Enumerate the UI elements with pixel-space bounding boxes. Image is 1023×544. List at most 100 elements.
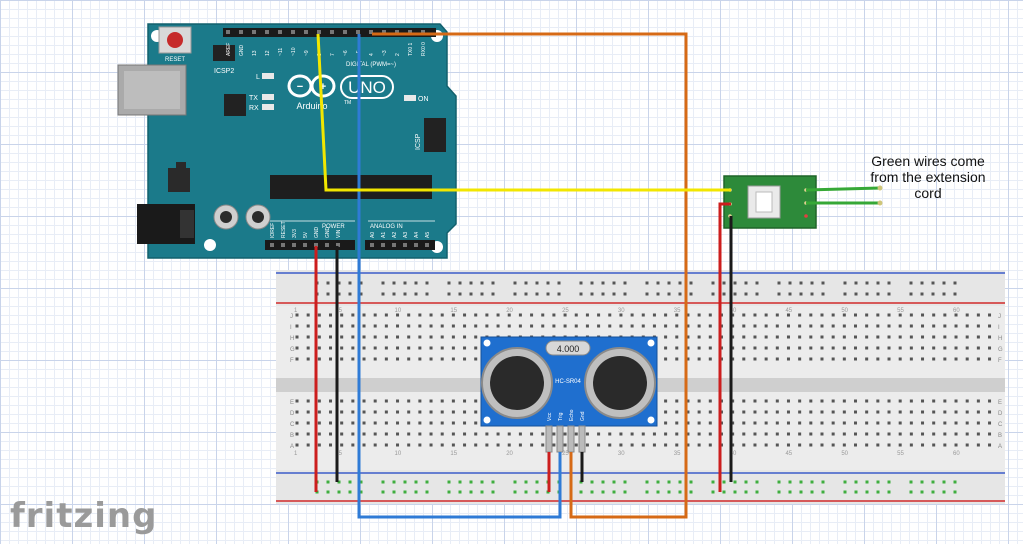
bb-hole: [429, 432, 433, 436]
bb-hole: [474, 313, 478, 317]
bb-col-label: 10: [395, 451, 402, 457]
bb-hole: [295, 410, 299, 414]
bb-hole: [809, 443, 813, 447]
bb-hole: [474, 410, 478, 414]
rail-hole: [733, 281, 737, 285]
bb-hole: [809, 324, 813, 328]
rail-hole: [953, 292, 957, 296]
bb-hole: [764, 421, 768, 425]
rail-hole: [667, 292, 671, 296]
rail-hole: [414, 292, 418, 296]
bb-hole: [753, 410, 757, 414]
digital-pin-label: GND: [239, 45, 245, 57]
bb-hole: [909, 432, 913, 436]
bb-hole: [585, 443, 589, 447]
rail-hole: [469, 490, 473, 494]
bb-hole: [485, 324, 489, 328]
icsp2-label: ICSP2: [214, 68, 234, 75]
bb-hole: [429, 324, 433, 328]
digital-pin: [356, 30, 360, 34]
bb-hole: [798, 346, 802, 350]
bb-hole: [507, 443, 511, 447]
bb-hole: [742, 399, 746, 403]
rail-hole: [810, 490, 814, 494]
bb-hole: [887, 335, 891, 339]
bb-hole: [429, 399, 433, 403]
bb-hole: [340, 357, 344, 361]
bb-hole: [921, 410, 925, 414]
bb-hole: [909, 346, 913, 350]
bb-hole: [943, 421, 947, 425]
bb-hole: [764, 335, 768, 339]
bb-hole: [440, 421, 444, 425]
sensor-hole-2: [647, 339, 655, 347]
bb-hole: [384, 410, 388, 414]
sensor-model-label: HC-SR04: [555, 379, 581, 385]
rail-hole: [810, 292, 814, 296]
rail-hole: [414, 281, 418, 285]
bb-hole: [675, 346, 679, 350]
bb-hole: [965, 357, 969, 361]
bb-hole: [887, 313, 891, 317]
bb-hole: [820, 335, 824, 339]
bb-hole: [429, 346, 433, 350]
bb-hole: [373, 443, 377, 447]
analog-pin: [414, 243, 418, 247]
analog-pin-label: A1: [381, 232, 387, 238]
bb-hole: [664, 399, 668, 403]
led-tx: [262, 94, 274, 100]
bb-hole: [786, 346, 790, 350]
rail-hole: [392, 281, 396, 285]
bb-hole: [329, 421, 333, 425]
rail-hole: [480, 490, 484, 494]
rail-hole: [678, 480, 682, 484]
bb-hole: [340, 324, 344, 328]
bb-hole: [664, 443, 668, 447]
bb-hole: [351, 324, 355, 328]
bb-row-label: C: [290, 422, 295, 428]
bb-hole: [887, 432, 891, 436]
sensor-pin: [578, 425, 586, 453]
bb-row-label: F: [290, 358, 294, 364]
rail-hole: [348, 281, 352, 285]
bb-hole: [798, 357, 802, 361]
bb-hole: [362, 324, 366, 328]
bb-hole: [976, 324, 980, 328]
bb-hole: [518, 313, 522, 317]
bb-hole: [373, 410, 377, 414]
bb-hole: [954, 443, 958, 447]
reset-button-cap[interactable]: [167, 32, 183, 48]
bb-hole: [384, 357, 388, 361]
bb-hole: [753, 421, 757, 425]
bb-col-label: 45: [785, 308, 792, 314]
bb-hole: [418, 421, 422, 425]
bb-hole: [407, 313, 411, 317]
logo-minus: −: [297, 81, 303, 93]
bb-hole: [451, 399, 455, 403]
led-rx: [262, 104, 274, 110]
bb-hole: [742, 432, 746, 436]
rail-hole: [733, 490, 737, 494]
rail-hole: [513, 480, 517, 484]
bb-hole: [764, 432, 768, 436]
bb-hole: [351, 313, 355, 317]
icsp-header: [424, 118, 446, 152]
bb-hole: [809, 357, 813, 361]
bb-hole: [306, 357, 310, 361]
bb-hole: [887, 324, 891, 328]
bb-hole: [641, 313, 645, 317]
bb-col-label: 30: [618, 308, 625, 314]
rail-hole: [469, 480, 473, 484]
power-header: [265, 240, 355, 250]
bb-hole: [820, 410, 824, 414]
bb-hole: [898, 324, 902, 328]
digital-pin-label: AREF: [226, 43, 232, 56]
bb-hole: [496, 432, 500, 436]
bb-hole: [474, 324, 478, 328]
sensor-pin-label: Vcc: [547, 412, 553, 421]
digital-pin: [304, 30, 308, 34]
bb-hole: [552, 324, 556, 328]
bb-hole: [295, 432, 299, 436]
bb-hole: [887, 421, 891, 425]
bb-hole: [831, 432, 835, 436]
